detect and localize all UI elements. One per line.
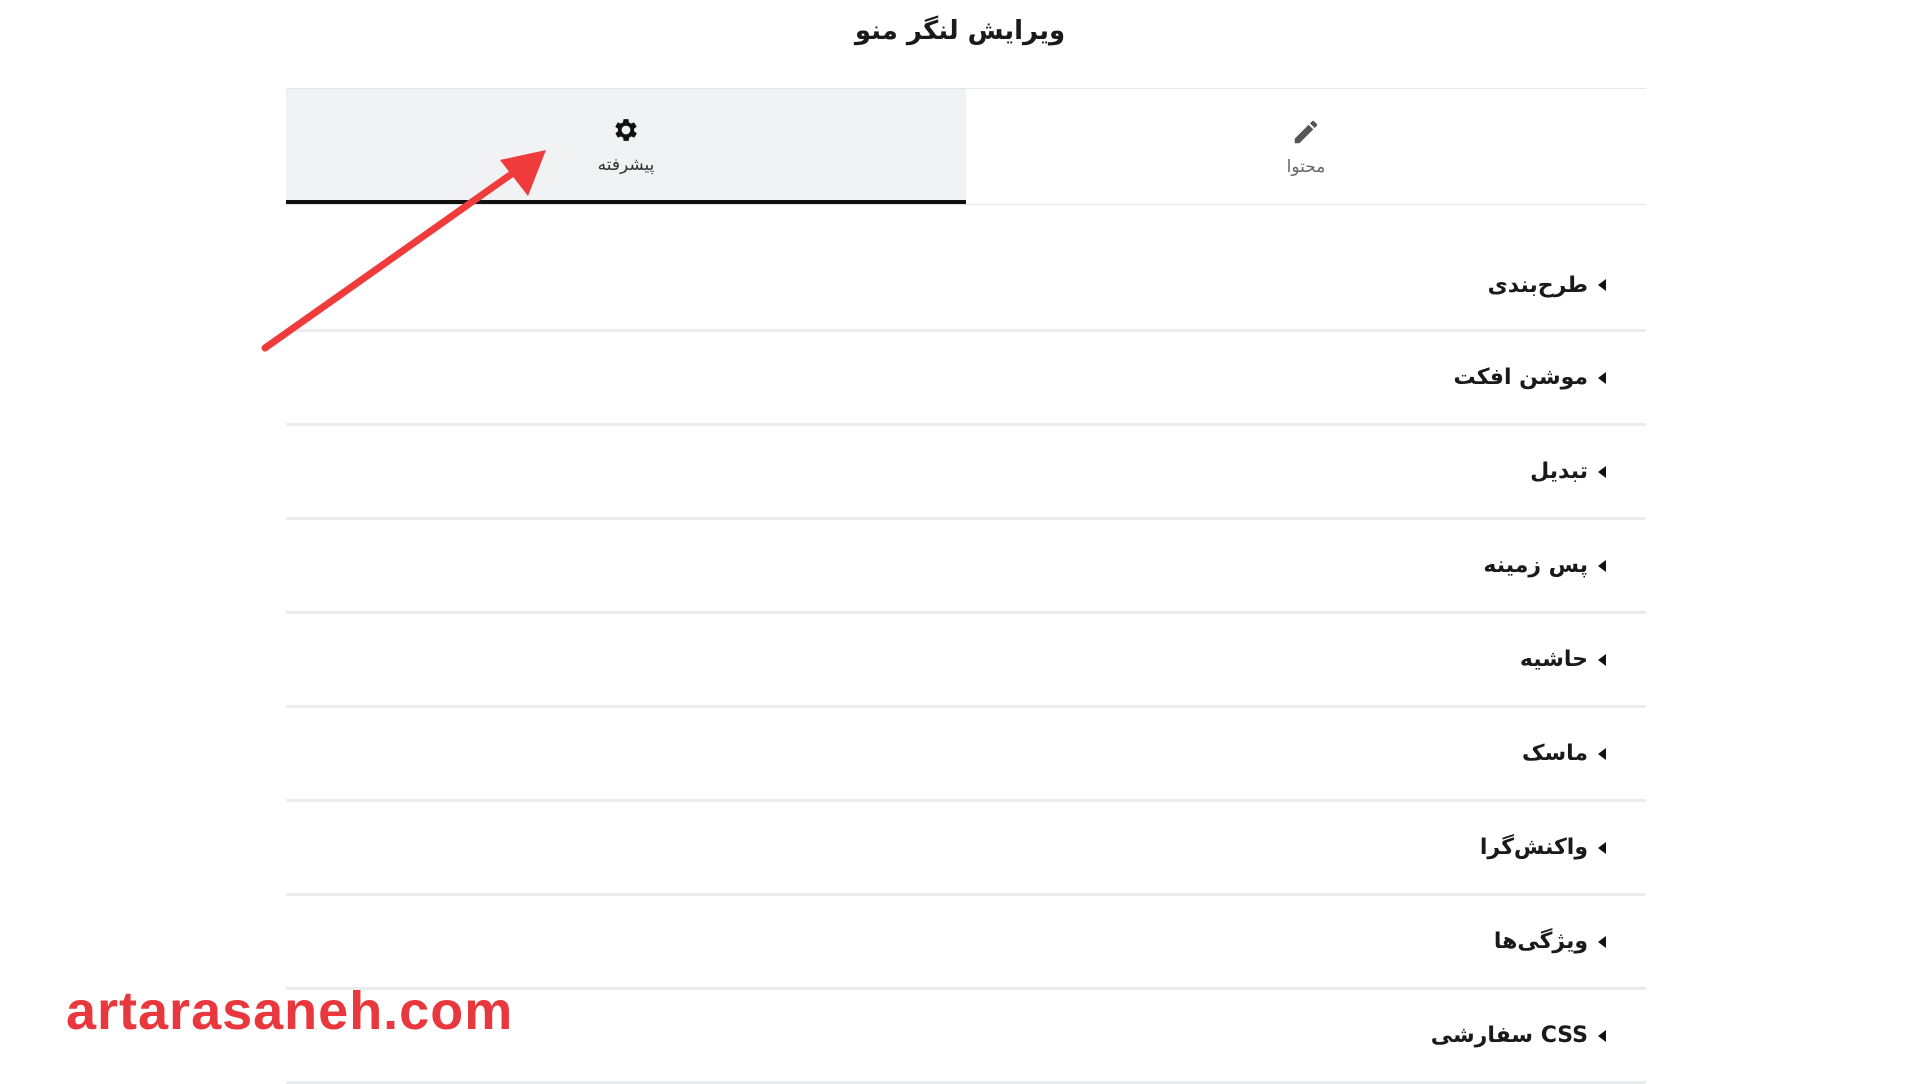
section-border[interactable]: حاشیه xyxy=(286,614,1646,708)
section-layout[interactable]: طرح‌بندی xyxy=(286,209,1646,332)
caret-left-icon xyxy=(1598,747,1606,760)
editor-panel: پیشرفته محتوا طرح‌بندی موشن افکت تبدیل پ… xyxy=(286,88,1646,1084)
section-label: ویژگی‌ها xyxy=(1493,929,1588,954)
caret-left-icon xyxy=(1598,653,1606,666)
section-motion-effects[interactable]: موشن افکت xyxy=(286,332,1646,426)
tab-advanced[interactable]: پیشرفته xyxy=(286,89,966,204)
gear-icon xyxy=(615,118,637,141)
panel-title: ویرایش لنگر منو xyxy=(854,16,1066,46)
section-label: پس زمینه xyxy=(1483,553,1588,578)
watermark-text: artarasaneh.com xyxy=(66,981,514,1041)
section-attributes[interactable]: ویژگی‌ها xyxy=(286,896,1646,990)
caret-left-icon xyxy=(1598,559,1606,572)
section-label: CSS سفارشی xyxy=(1430,1023,1588,1048)
section-label: طرح‌بندی xyxy=(1487,272,1588,298)
tab-content-label: محتوا xyxy=(1286,156,1326,177)
section-background[interactable]: پس زمینه xyxy=(286,520,1646,614)
tab-advanced-label: پیشرفته xyxy=(597,154,655,175)
section-label: واکنش‌گرا xyxy=(1479,835,1588,860)
section-label: حاشیه xyxy=(1519,647,1588,672)
section-label: ماسک xyxy=(1521,741,1588,766)
section-label: تبدیل xyxy=(1530,459,1588,484)
caret-left-icon xyxy=(1598,841,1606,854)
caret-left-icon xyxy=(1598,465,1606,478)
section-mask[interactable]: ماسک xyxy=(286,708,1646,802)
tab-content[interactable]: محتوا xyxy=(966,89,1646,204)
caret-left-icon xyxy=(1598,279,1606,291)
caret-left-icon xyxy=(1598,1029,1606,1042)
pencil-icon xyxy=(1294,120,1318,143)
caret-left-icon xyxy=(1598,371,1606,384)
section-label: موشن افکت xyxy=(1453,365,1588,390)
caret-left-icon xyxy=(1598,935,1606,948)
section-list: طرح‌بندی موشن افکت تبدیل پس زمینه حاشیه … xyxy=(286,209,1646,1084)
tab-bar: پیشرفته محتوا xyxy=(286,88,1646,205)
section-transform[interactable]: تبدیل xyxy=(286,426,1646,520)
section-responsive[interactable]: واکنش‌گرا xyxy=(286,802,1646,896)
